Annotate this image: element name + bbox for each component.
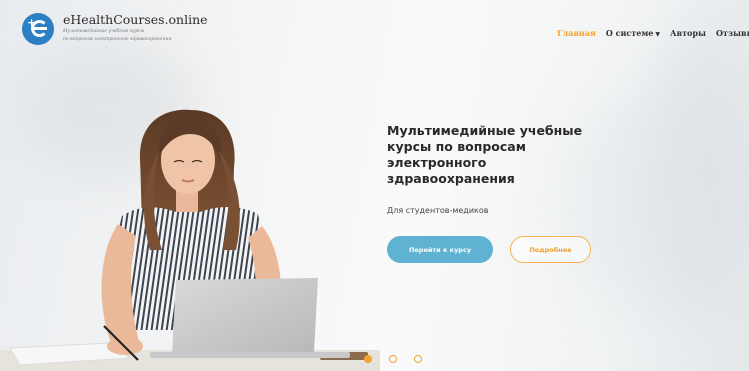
slider-dots: [364, 355, 422, 363]
logo-subtitle-line1: Мультимедийные учебные курсы: [63, 29, 145, 34]
logo-e-bar: [33, 27, 47, 30]
more-info-button[interactable]: Подробнее: [510, 236, 591, 263]
nav-item-label: Отзывы: [715, 28, 749, 38]
hero-photo-student-laptop: [0, 109, 380, 371]
logo-subtitle-line2: по вопросам электронного здравоохранения: [63, 37, 172, 42]
hero-title: Мультимедийные учебные курсы по вопросам…: [387, 123, 583, 186]
nav-item-about[interactable]: О системе ▼: [606, 28, 660, 38]
logo-text: eHealthCourses.online Мультимедийные уче…: [63, 13, 208, 43]
laptop-base: [150, 352, 350, 358]
site-logo[interactable]: + eHealthCourses.online Мультимедийные у…: [22, 13, 208, 45]
slider-dot-1[interactable]: [364, 355, 372, 363]
logo-title: eHealthCourses.online: [63, 12, 208, 27]
chevron-down-icon: ▼: [655, 31, 660, 38]
nav-item-authors[interactable]: Авторы: [670, 28, 706, 38]
slider-dot-2[interactable]: [389, 355, 397, 363]
nav-item-home[interactable]: Главная: [557, 28, 596, 38]
nav-item-label: Авторы: [670, 28, 706, 38]
main-nav: Главная О системе▼ Авторы Отзывы: [557, 28, 749, 38]
nav-item-reviews[interactable]: Отзывы: [716, 28, 749, 38]
nav-item-label: Главная: [557, 28, 596, 38]
nav-item-label: О системе: [605, 28, 654, 38]
hero-section: Мультимедийные учебные курсы по вопросам…: [387, 123, 647, 263]
hero-buttons: Перейти к курсу Подробнее: [387, 236, 591, 263]
background-blur: [650, 20, 749, 320]
hero-subtitle: Для студентов-медиков: [387, 206, 489, 215]
laptop: [172, 278, 318, 354]
slider-dot-3[interactable]: [414, 355, 422, 363]
go-to-course-button[interactable]: Перейти к курсу: [387, 236, 493, 263]
logo-icon: +: [22, 13, 54, 45]
